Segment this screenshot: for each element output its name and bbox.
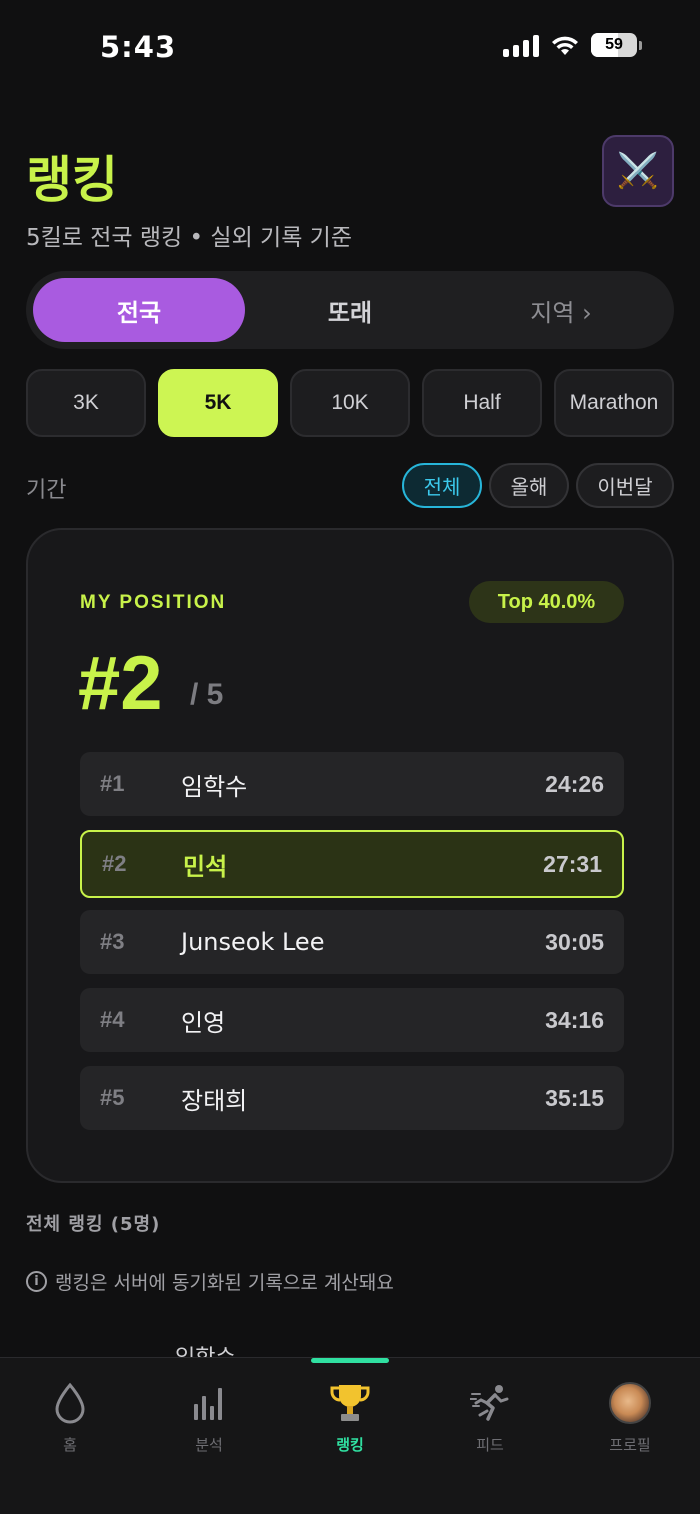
active-tab-indicator bbox=[311, 1358, 389, 1363]
page-title: 랭킹 bbox=[26, 151, 118, 209]
tab-label: 프로필 bbox=[609, 1436, 651, 1454]
battle-button[interactable]: ⚔️ bbox=[602, 135, 674, 207]
full-ranking-title: 전체 랭킹 (5명) bbox=[26, 1214, 161, 1235]
ranking-name: 임학수 bbox=[181, 772, 248, 801]
ranking-list: #1 임학수 24:26 #2 민석 27:31 #3 Junseok Lee … bbox=[80, 752, 624, 1144]
my-rank: #2 bbox=[78, 641, 163, 726]
tab-ranking[interactable]: 랭킹 bbox=[300, 1380, 400, 1460]
battery-level: 59 bbox=[605, 36, 623, 53]
ranking-row[interactable]: #1 임학수 24:26 bbox=[80, 752, 624, 816]
battery-icon: 59 bbox=[591, 33, 637, 57]
tab-label: 홈 bbox=[63, 1436, 77, 1454]
ranking-position: #4 bbox=[100, 1007, 125, 1032]
tab-home[interactable]: 홈 bbox=[20, 1380, 120, 1460]
distance-chip-marathon[interactable]: Marathon bbox=[554, 369, 674, 437]
status-icons: 59 bbox=[503, 33, 642, 57]
distance-chip-3k[interactable]: 3K bbox=[26, 369, 146, 437]
tab-analysis[interactable]: 분석 bbox=[159, 1380, 259, 1460]
ranking-position: #1 bbox=[100, 771, 125, 796]
ranking-row-me[interactable]: #2 민석 27:31 bbox=[80, 830, 624, 898]
ranking-position: #2 bbox=[102, 851, 127, 876]
distance-chip-10k[interactable]: 10K bbox=[290, 369, 410, 437]
ranking-name: 민석 bbox=[183, 852, 228, 881]
my-position-card: MY POSITION Top 40.0% #2 / 5 #1 임학수 24:2… bbox=[26, 528, 674, 1183]
status-time: 5:43 bbox=[100, 30, 177, 64]
tab-region[interactable]: 지역 › bbox=[455, 278, 667, 342]
tab-label: 분석 bbox=[195, 1436, 223, 1454]
tab-profile[interactable]: 프로필 bbox=[580, 1380, 680, 1460]
period-chip-this-year[interactable]: 올해 bbox=[489, 463, 569, 508]
cellular-signal-icon bbox=[503, 33, 539, 57]
bar-chart-icon bbox=[192, 1380, 226, 1426]
distance-chip-group: 3K 5K 10K Half Marathon bbox=[26, 369, 674, 437]
tab-label: 피드 bbox=[476, 1436, 504, 1454]
ranking-name: 장태희 bbox=[181, 1086, 248, 1115]
avatar-icon bbox=[609, 1382, 651, 1424]
rank-total: / 5 bbox=[190, 678, 224, 711]
ranking-time: 34:16 bbox=[545, 1006, 604, 1033]
ranking-time: 24:26 bbox=[545, 770, 604, 797]
tab-feed[interactable]: 피드 bbox=[440, 1380, 540, 1460]
tab-age-group[interactable]: 또래 bbox=[244, 278, 456, 342]
list-item-peek: 임학수 bbox=[175, 1344, 236, 1358]
bottom-tab-bar: 홈 분석 랭킹 피드 프로필 bbox=[0, 1357, 700, 1514]
ranking-name: 인영 bbox=[181, 1008, 226, 1037]
trophy-icon bbox=[329, 1380, 371, 1426]
runner-icon bbox=[470, 1380, 510, 1426]
status-bar: 5:43 59 bbox=[0, 0, 700, 96]
battery-indicator: 59 bbox=[591, 33, 642, 57]
ranking-row[interactable]: #3 Junseok Lee 30:05 bbox=[80, 910, 624, 974]
ranking-position: #5 bbox=[100, 1085, 125, 1110]
info-icon: i bbox=[26, 1271, 47, 1292]
tab-national[interactable]: 전국 bbox=[33, 278, 245, 342]
period-chip-all[interactable]: 전체 bbox=[402, 463, 482, 508]
distance-chip-half[interactable]: Half bbox=[422, 369, 542, 437]
period-chip-this-month[interactable]: 이번달 bbox=[576, 463, 674, 508]
ranking-time: 27:31 bbox=[543, 850, 602, 877]
page-subtitle: 5킬로 전국 랭킹 • 실외 기록 기준 bbox=[26, 225, 352, 251]
ranking-position: #3 bbox=[100, 929, 125, 954]
drop-icon bbox=[53, 1380, 87, 1426]
my-position-label: MY POSITION bbox=[80, 592, 227, 613]
ranking-time: 35:15 bbox=[545, 1084, 604, 1111]
ranking-name: Junseok Lee bbox=[181, 928, 325, 956]
top-percent-badge: Top 40.0% bbox=[469, 581, 624, 623]
ranking-time: 30:05 bbox=[545, 928, 604, 955]
info-note: i 랭킹은 서버에 동기화된 기록으로 계산돼요 bbox=[26, 1268, 394, 1295]
scope-tab-group: 전국 또래 지역 › bbox=[26, 271, 674, 349]
tab-label: 랭킹 bbox=[336, 1436, 364, 1454]
wifi-icon bbox=[552, 36, 578, 55]
info-text: 랭킹은 서버에 동기화된 기록으로 계산돼요 bbox=[55, 1272, 394, 1294]
ranking-row[interactable]: #4 인영 34:16 bbox=[80, 988, 624, 1052]
period-label: 기간 bbox=[26, 478, 67, 503]
crossed-swords-icon: ⚔️ bbox=[616, 151, 660, 191]
distance-chip-5k[interactable]: 5K bbox=[158, 369, 278, 437]
ranking-row[interactable]: #5 장태희 35:15 bbox=[80, 1066, 624, 1130]
